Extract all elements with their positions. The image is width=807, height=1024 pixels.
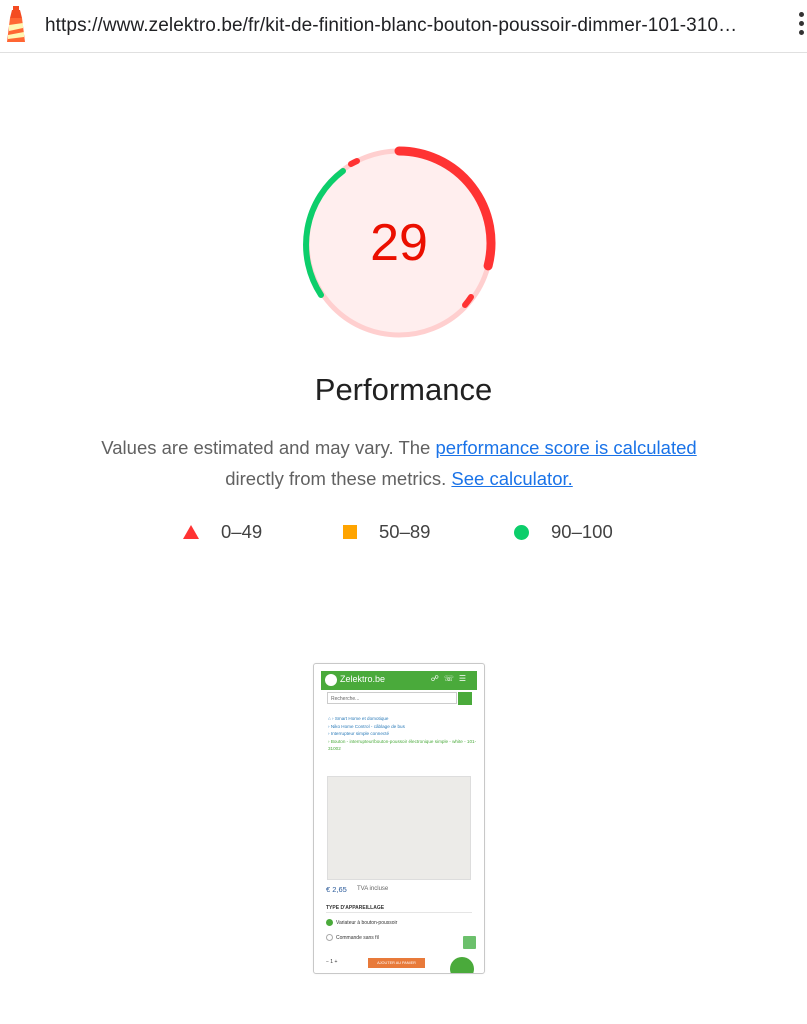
legend-item-fail: 0–49 <box>183 521 262 543</box>
site-search-icon <box>458 692 472 705</box>
radio-selected-icon <box>326 919 333 926</box>
metrics-description: Values are estimated and may vary. The p… <box>100 432 698 494</box>
option-dimmer: Variateur à bouton-poussoir <box>326 919 397 926</box>
add-to-cart-button: AJOUTER AU PANIER <box>368 958 425 968</box>
breadcrumb-item-current: › Bouton - interrupteur/bouton-poussoir … <box>328 738 477 752</box>
performance-score-gauge: 29 <box>301 145 497 341</box>
quantity-stepper: − 1 + <box>326 959 338 965</box>
header-icons: ☍☏☰ <box>430 674 471 683</box>
site-search-input: Recherche... <box>327 692 457 704</box>
final-screenshot-thumbnail[interactable]: Zelektro.be ☍☏☰ Recherche... ⌂ › Smart H… <box>313 663 485 974</box>
breadcrumb-item: › Niko Home Control - câblage de bus <box>328 723 405 729</box>
address-bar: https://www.zelektro.be/fr/kit-de-finiti… <box>0 0 807 53</box>
product-price: € 2,65 <box>326 885 347 894</box>
legend-item-pass: 90–100 <box>514 521 613 543</box>
legend-label-average: 50–89 <box>379 521 431 542</box>
orange-square-icon <box>343 525 357 539</box>
green-circle-icon <box>514 524 529 540</box>
divider <box>326 912 472 913</box>
legend-label-fail: 0–49 <box>221 521 263 542</box>
site-header: Zelektro.be ☍☏☰ <box>321 671 477 690</box>
product-image <box>327 776 471 880</box>
type-heading: TYPE D'APPAREILLAGE <box>326 905 385 911</box>
performance-score-link[interactable]: performance score is calculated <box>436 437 697 458</box>
performance-score-value: 29 <box>370 214 428 272</box>
option-wireless: Commande sans fil <box>326 934 379 941</box>
legend-label-pass: 90–100 <box>551 521 613 542</box>
url-text[interactable]: https://www.zelektro.be/fr/kit-de-finiti… <box>45 15 737 37</box>
breadcrumb-item: › Interrupteur simple connecté <box>328 731 390 737</box>
category-title: Performance <box>314 372 493 407</box>
site-breadcrumb: ⌂ › Smart Home et domotique › Niko Home … <box>328 715 484 753</box>
legend-item-average: 50–89 <box>343 521 430 543</box>
kebab-menu-icon[interactable] <box>797 12 807 40</box>
site-name: Zelektro.be <box>340 674 386 684</box>
lighthouse-icon <box>7 6 25 42</box>
see-calculator-link[interactable]: See calculator. <box>451 468 572 489</box>
tax-note: TVA incluse <box>357 886 389 892</box>
description-prefix: Values are estimated and may vary. The <box>101 437 436 458</box>
scroll-up-icon <box>463 936 476 949</box>
red-triangle-icon <box>183 525 199 539</box>
breadcrumb-item: ⌂ › Smart Home et domotique <box>328 716 389 721</box>
radio-empty-icon <box>326 934 333 941</box>
chat-bubble-icon <box>450 957 474 973</box>
score-legend: 0–49 50–89 90–100 <box>0 521 807 545</box>
site-logo-icon <box>325 674 337 686</box>
description-middle: directly from these metrics. <box>225 468 452 489</box>
